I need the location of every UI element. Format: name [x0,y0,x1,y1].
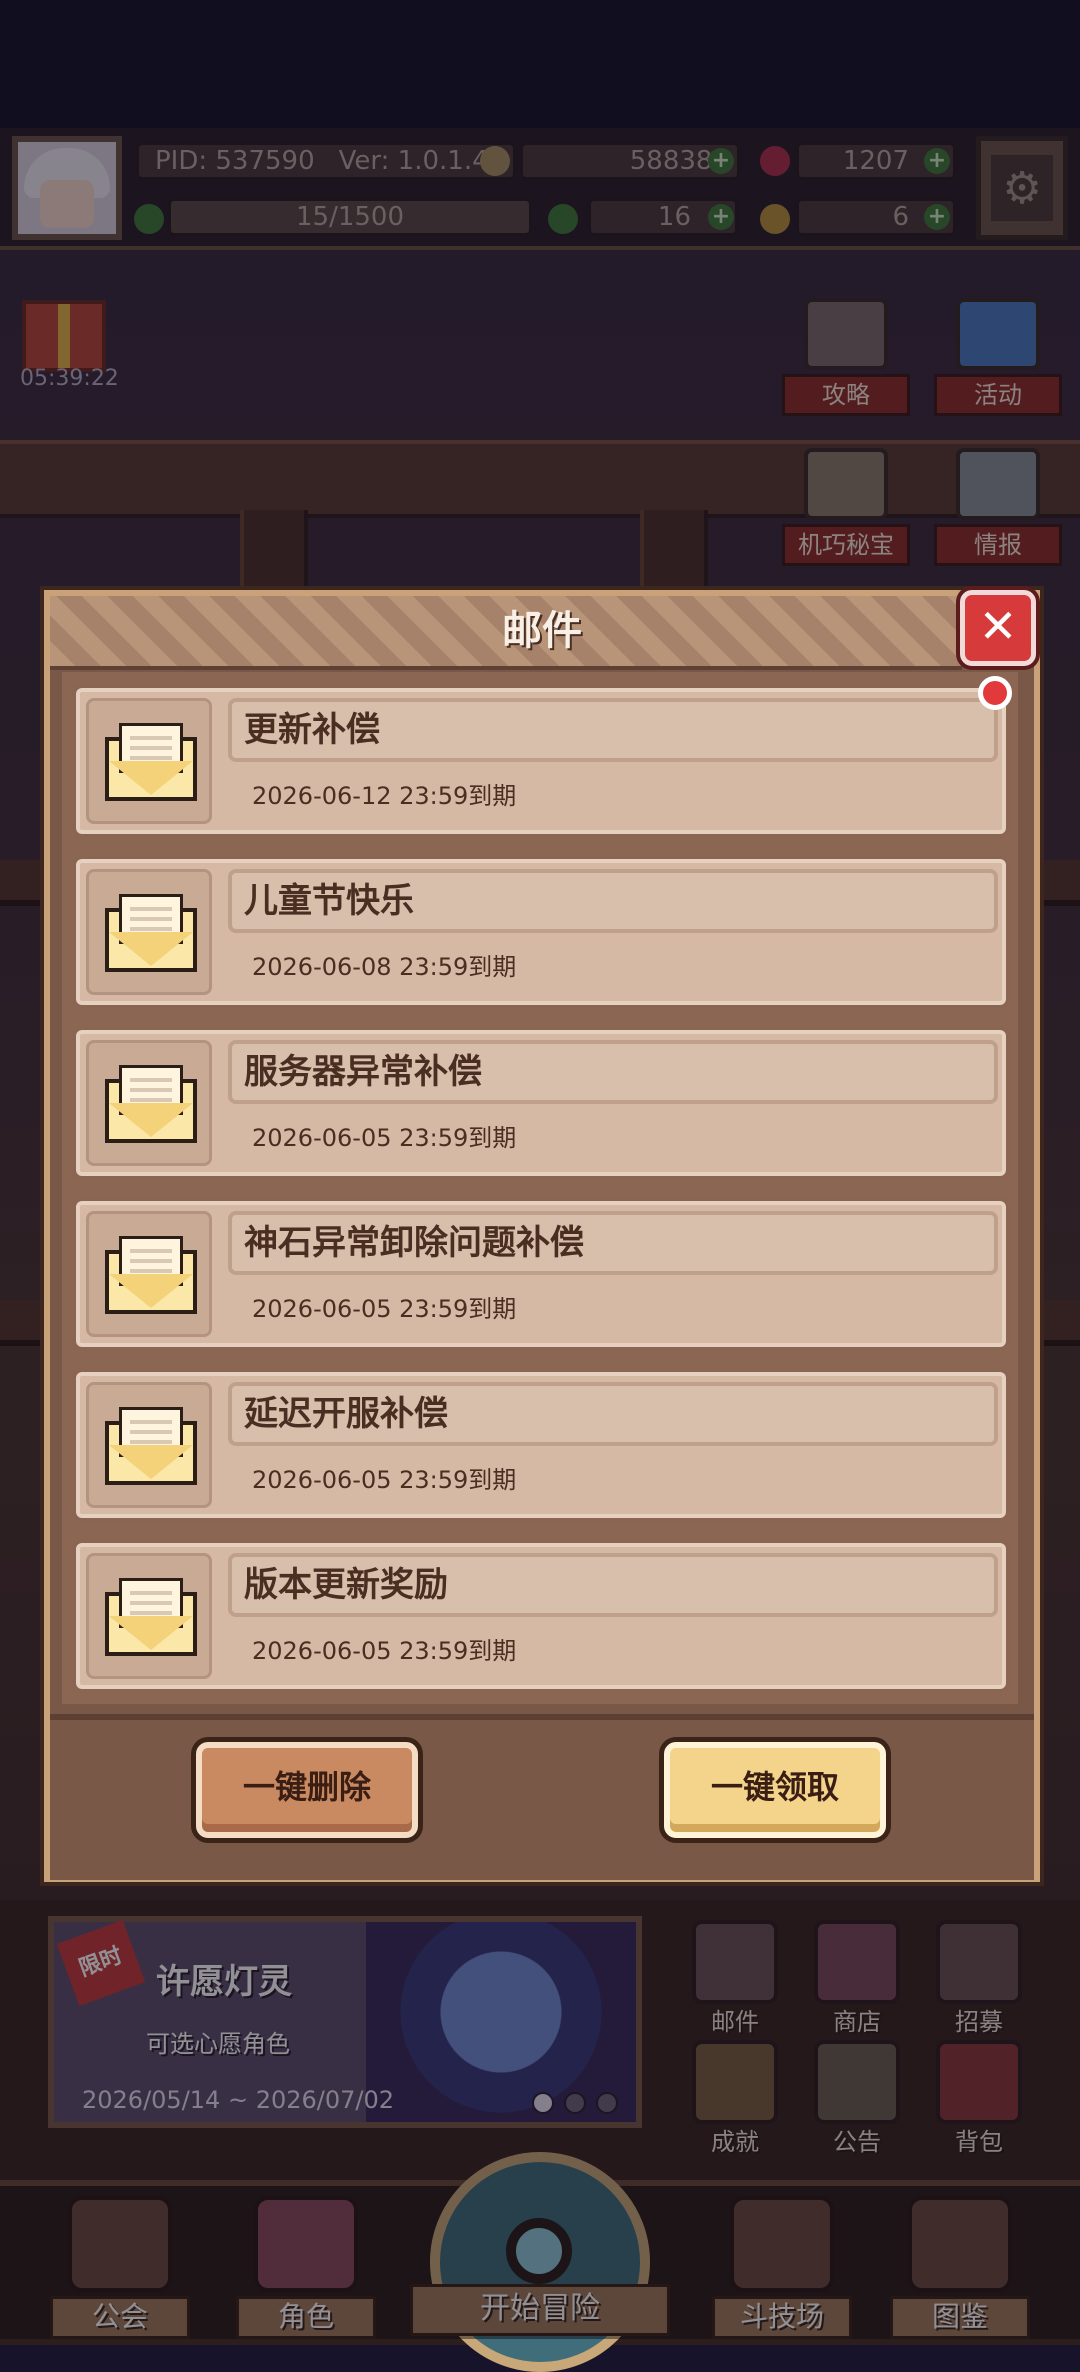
close-icon: ✕ [978,599,1018,653]
mail-expiry: 2026-06-08 23:59到期 [252,953,517,981]
mail-item[interactable]: 延迟开服补偿 2026-06-05 23:59到期 [72,1368,1010,1522]
mail-title: 服务器异常补偿 [244,1052,482,1092]
envelope-icon [105,1407,197,1485]
envelope-frame [86,1553,212,1679]
envelope-frame [86,1211,212,1337]
delete-all-button[interactable]: 一键删除 [196,1742,418,1838]
mail-item[interactable]: 儿童节快乐 2026-06-08 23:59到期 [72,855,1010,1009]
mail-expiry: 2026-06-12 23:59到期 [252,782,517,810]
mail-title: 更新补偿 [244,710,380,750]
envelope-frame [86,869,212,995]
envelope-icon [105,1065,197,1143]
envelope-frame [86,1382,212,1508]
mail-expiry: 2026-06-05 23:59到期 [252,1295,517,1323]
envelope-icon [105,1578,197,1656]
mail-item[interactable]: 服务器异常补偿 2026-06-05 23:59到期 [72,1026,1010,1180]
envelope-icon [105,723,197,801]
mail-title: 儿童节快乐 [244,881,414,921]
modal-title: 邮件 [502,608,582,654]
envelope-frame [86,1040,212,1166]
mail-item[interactable]: 神石异常卸除问题补偿 2026-06-05 23:59到期 [72,1197,1010,1351]
mail-expiry: 2026-06-05 23:59到期 [252,1637,517,1665]
mail-item[interactable]: 版本更新奖励 2026-06-05 23:59到期 [72,1539,1010,1693]
mail-item[interactable]: 更新补偿 2026-06-12 23:59到期 [72,684,1010,838]
envelope-icon [105,894,197,972]
claim-all-button[interactable]: 一键领取 [664,1742,886,1838]
unread-dot [978,676,1012,710]
envelope-icon [105,1236,197,1314]
mail-title: 版本更新奖励 [244,1565,448,1605]
mail-expiry: 2026-06-05 23:59到期 [252,1466,517,1494]
close-button[interactable]: ✕ [960,590,1036,666]
mail-title: 神石异常卸除问题补偿 [244,1223,584,1263]
mail-expiry: 2026-06-05 23:59到期 [252,1124,517,1152]
envelope-frame [86,698,212,824]
mail-title: 延迟开服补偿 [244,1394,448,1434]
